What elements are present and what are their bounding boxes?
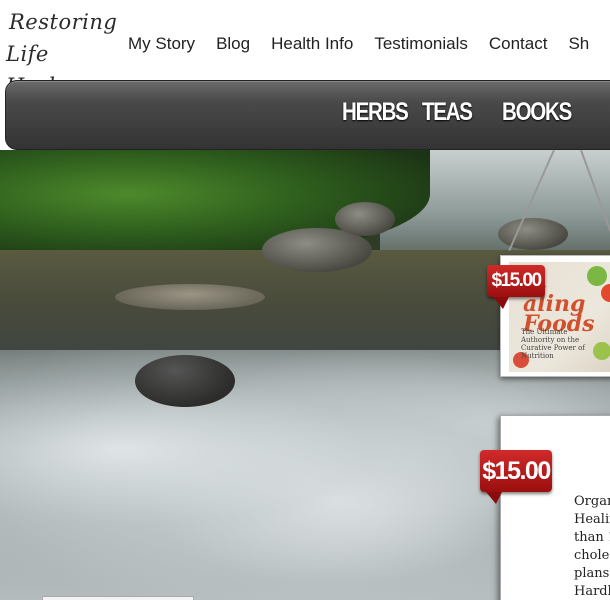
nav-my-story[interactable]: My Story	[128, 34, 195, 54]
bottom-panel-tab[interactable]	[42, 596, 194, 600]
tab-books[interactable]: BOOKS	[502, 98, 572, 127]
description-line: Healin	[574, 512, 610, 527]
price-tag: $15.00	[487, 265, 545, 309]
description-line: than 1	[574, 530, 610, 545]
nav-health-info[interactable]: Health Info	[271, 34, 353, 54]
nav-blog[interactable]: Blog	[216, 34, 250, 54]
fruit-illustration	[601, 284, 610, 302]
category-tab-bar: HERBS TEAS BOOKS	[5, 80, 610, 150]
rock	[115, 284, 265, 310]
product-description: Organ Healin than 1 chole plans Hardl	[574, 493, 610, 600]
site-header: Restoring Life Herbs My Story Blog Healt…	[0, 0, 610, 98]
description-line: plans	[574, 566, 610, 581]
tab-herbs[interactable]: HERBS	[342, 98, 409, 127]
main-nav: My Story Blog Health Info Testimonials C…	[128, 34, 610, 54]
rock	[335, 202, 395, 236]
logo-line-1: Restoring	[9, 10, 118, 34]
description-line: Organ	[574, 494, 610, 509]
nav-testimonials[interactable]: Testimonials	[374, 34, 468, 54]
nav-shop[interactable]: Sh	[568, 34, 589, 54]
price-tag: $15.00	[480, 450, 552, 504]
rock	[135, 355, 235, 407]
description-line: Hardl	[574, 584, 610, 599]
rock	[498, 218, 568, 250]
product-card-description[interactable]: Organ Healin than 1 chole plans Hardl	[500, 415, 610, 600]
book-subtitle: The Ultimate Authority on the Curative P…	[521, 328, 585, 360]
category-tabs: HERBS TEAS BOOKS	[342, 98, 572, 127]
nav-contact[interactable]: Contact	[489, 34, 548, 54]
tab-teas[interactable]: TEAS	[422, 98, 473, 127]
description-line: chole	[574, 548, 610, 563]
